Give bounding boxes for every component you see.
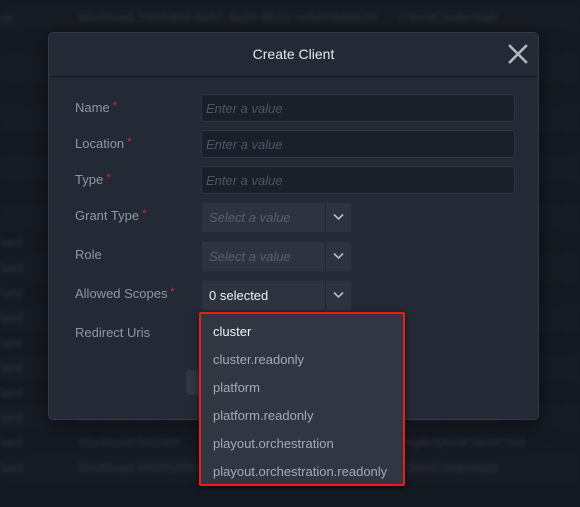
form-row-allowed-scopes: Allowed Scopes * 0 selected (75, 280, 515, 311)
allowed-scopes-value: 0 selected (209, 288, 269, 303)
scope-option[interactable]: cluster (201, 318, 403, 346)
form-row-location: Location * (75, 130, 515, 158)
allowed-scopes-dropdown-button[interactable] (325, 281, 351, 310)
type-input[interactable] (201, 166, 515, 194)
required-marker: * (127, 136, 132, 148)
grant-type-select[interactable]: Select a value (201, 202, 352, 233)
allowed-scopes-dropdown-menu: cluster cluster.readonly platform platform.… (199, 312, 405, 486)
close-button[interactable] (508, 44, 528, 64)
scope-option[interactable]: playout.orchestration (201, 430, 403, 458)
role-placeholder: Select a value (209, 249, 291, 264)
role-label: Role (75, 247, 102, 262)
scope-option[interactable]: platform (201, 374, 403, 402)
chevron-down-icon (333, 213, 344, 221)
role-dropdown-button[interactable] (325, 242, 351, 271)
name-label: Name * (75, 100, 117, 115)
modal-title: Create Client (252, 46, 335, 62)
required-marker: * (106, 172, 111, 184)
allowed-scopes-label: Allowed Scopes * (75, 286, 175, 301)
allowed-scopes-select[interactable]: 0 selected (201, 280, 352, 311)
grant-type-placeholder: Select a value (209, 210, 291, 225)
modal-header: Create Client (49, 33, 538, 77)
chevron-down-icon (333, 291, 344, 299)
scope-option[interactable]: cluster.readonly (201, 346, 403, 374)
grant-type-dropdown-button[interactable] (325, 203, 351, 232)
form-row-type: Type * (75, 166, 515, 194)
form-row-grant-type: Grant Type * Select a value (75, 202, 515, 233)
scope-option[interactable]: platform.readonly (201, 402, 403, 430)
form-row-name: Name * (75, 94, 515, 122)
grant-type-label: Grant Type * (75, 208, 147, 223)
required-marker: * (142, 208, 147, 220)
required-marker: * (170, 286, 175, 298)
required-marker: * (112, 100, 117, 112)
location-label: Location * (75, 136, 132, 151)
chevron-down-icon (333, 252, 344, 260)
redirect-uris-label: Redirect Uris (75, 325, 151, 340)
location-input[interactable] (201, 130, 515, 158)
name-input[interactable] (201, 94, 515, 122)
role-select[interactable]: Select a value (201, 241, 352, 272)
form-row-role: Role Select a value (75, 241, 515, 272)
scope-options-list: cluster cluster.readonly platform platform.… (201, 314, 403, 486)
type-label: Type * (75, 172, 111, 187)
close-icon (508, 44, 528, 64)
scope-option[interactable]: playout.orchestration.readonly (201, 458, 403, 486)
